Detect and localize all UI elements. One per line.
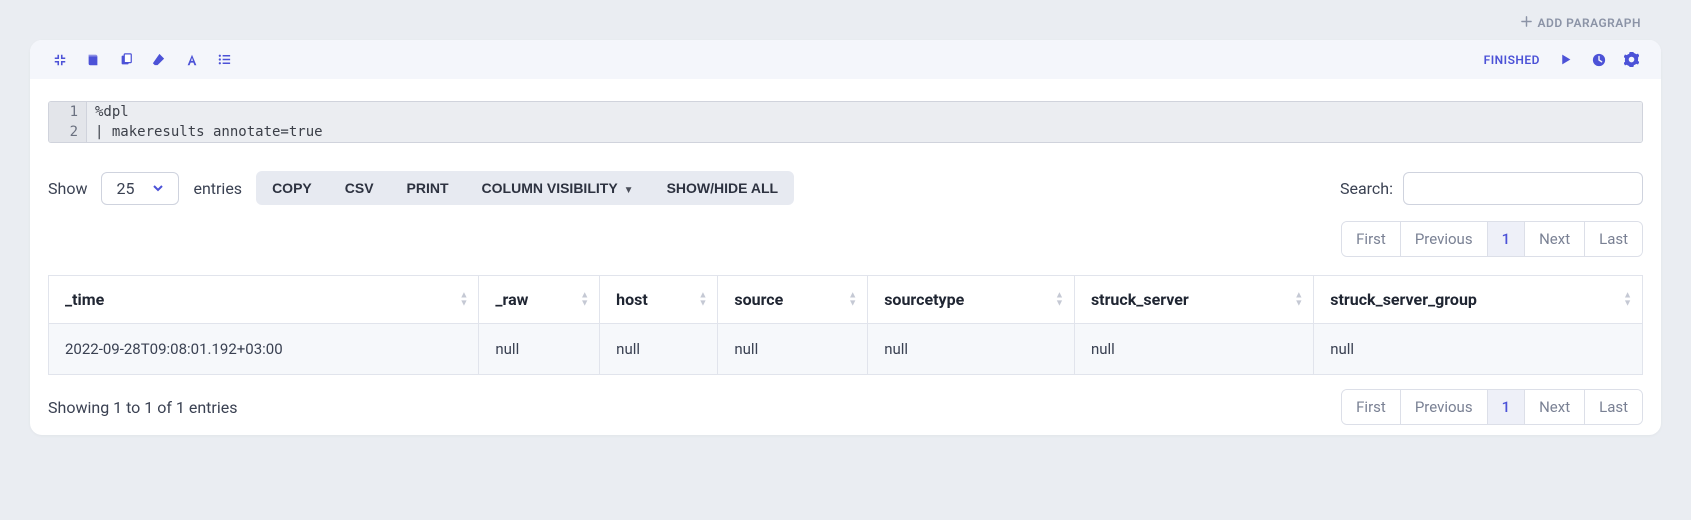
search-label: Search: (1340, 179, 1393, 198)
cell-struck-server: null (1074, 324, 1313, 375)
column-visibility-label: COLUMN VISIBILITY (482, 180, 618, 196)
controls-right: Search: (1340, 172, 1643, 205)
page-top-bar: ADD PARAGRAPH (30, 10, 1661, 40)
add-paragraph-label: ADD PARAGRAPH (1538, 16, 1641, 30)
clock-icon[interactable] (1591, 52, 1606, 67)
col-struck-server[interactable]: struck_server▲▼ (1074, 276, 1313, 324)
font-icon[interactable] (184, 52, 199, 67)
page-size-value: 25 (116, 179, 134, 198)
line-number: 2 (49, 122, 87, 142)
controls-left: Show 25 entries COPY CSV PRINT COLUMN VI… (48, 171, 794, 205)
col-time[interactable]: _time▲▼ (49, 276, 479, 324)
cell-time: 2022-09-28T09:08:01.192+03:00 (49, 324, 479, 375)
sort-icon: ▲▼ (580, 292, 589, 307)
col-struck-server-group[interactable]: struck_server_group▲▼ (1314, 276, 1643, 324)
show-hide-all-button[interactable]: SHOW/HIDE ALL (650, 171, 794, 205)
status-text: FINISHED (1484, 53, 1540, 67)
book-icon[interactable] (85, 52, 100, 67)
entries-label: entries (193, 179, 242, 198)
add-paragraph-button[interactable]: ADD PARAGRAPH (1521, 16, 1641, 30)
toolbar-right: FINISHED (1484, 52, 1639, 67)
export-button-group: COPY CSV PRINT COLUMN VISIBILITY ▼ SHOW/H… (256, 171, 794, 205)
pager-bottom: First Previous 1 Next Last (1341, 389, 1643, 425)
pager: First Previous 1 Next Last (1341, 221, 1643, 257)
sort-icon: ▲▼ (1294, 292, 1303, 307)
line-number: 1 (49, 102, 87, 122)
list-icon[interactable] (217, 52, 232, 67)
pager-previous[interactable]: Previous (1400, 390, 1487, 424)
col-host[interactable]: host▲▼ (600, 276, 718, 324)
col-source[interactable]: source▲▼ (718, 276, 868, 324)
toolbar-left (52, 52, 232, 67)
plus-icon (1521, 16, 1532, 30)
eraser-icon[interactable] (151, 52, 166, 67)
collapse-icon[interactable] (52, 52, 67, 67)
gear-icon[interactable] (1624, 52, 1639, 67)
pager-previous[interactable]: Previous (1400, 222, 1487, 256)
search-input[interactable] (1403, 172, 1643, 205)
col-raw[interactable]: _raw▲▼ (479, 276, 600, 324)
card-body: 1 %dpl 2 | makeresults annotate=true Sho… (30, 79, 1661, 435)
pager-last[interactable]: Last (1584, 390, 1642, 424)
sort-icon: ▲▼ (848, 292, 857, 307)
results-table: _time▲▼ _raw▲▼ host▲▼ source▲▼ sourcetyp… (48, 275, 1643, 375)
pager-page-1[interactable]: 1 (1487, 222, 1525, 256)
cell-sourcetype: null (868, 324, 1075, 375)
print-button[interactable]: PRINT (390, 171, 465, 205)
sort-icon: ▲▼ (1055, 292, 1064, 307)
notebook-card: FINISHED 1 %dpl 2 | makeresults annotate… (30, 40, 1661, 435)
table-controls: Show 25 entries COPY CSV PRINT COLUMN VI… (48, 171, 1643, 205)
card-header: FINISHED (30, 40, 1661, 79)
code-line[interactable]: %dpl (87, 102, 1642, 122)
sort-icon: ▲▼ (698, 292, 707, 307)
pager-last[interactable]: Last (1584, 222, 1642, 256)
caret-down-icon: ▼ (624, 185, 634, 196)
pager-top: First Previous 1 Next Last (48, 221, 1643, 257)
show-label: Show (48, 179, 87, 198)
sort-icon: ▲▼ (1623, 292, 1632, 307)
copy-icon[interactable] (118, 52, 133, 67)
table-header-row: _time▲▼ _raw▲▼ host▲▼ source▲▼ sourcetyp… (49, 276, 1643, 324)
pager-first[interactable]: First (1342, 390, 1400, 424)
page-size-select[interactable]: 25 (101, 172, 179, 205)
pager-next[interactable]: Next (1524, 390, 1584, 424)
run-icon[interactable] (1558, 52, 1573, 67)
table-footer: Showing 1 to 1 of 1 entries First Previo… (48, 389, 1643, 425)
cell-struck-server-group: null (1314, 324, 1643, 375)
code-line[interactable]: | makeresults annotate=true (87, 122, 1642, 142)
copy-button[interactable]: COPY (256, 171, 328, 205)
sort-icon: ▲▼ (459, 292, 468, 307)
pager-page-1[interactable]: 1 (1487, 390, 1525, 424)
table-row: 2022-09-28T09:08:01.192+03:00 null null … (49, 324, 1643, 375)
chevron-down-icon (152, 179, 164, 198)
column-visibility-button[interactable]: COLUMN VISIBILITY ▼ (465, 171, 650, 205)
code-editor[interactable]: 1 %dpl 2 | makeresults annotate=true (48, 101, 1643, 143)
cell-source: null (718, 324, 868, 375)
pager-next[interactable]: Next (1524, 222, 1584, 256)
pager-first[interactable]: First (1342, 222, 1400, 256)
col-sourcetype[interactable]: sourcetype▲▼ (868, 276, 1075, 324)
table-info: Showing 1 to 1 of 1 entries (48, 398, 237, 417)
cell-raw: null (479, 324, 600, 375)
cell-host: null (600, 324, 718, 375)
csv-button[interactable]: CSV (328, 171, 390, 205)
